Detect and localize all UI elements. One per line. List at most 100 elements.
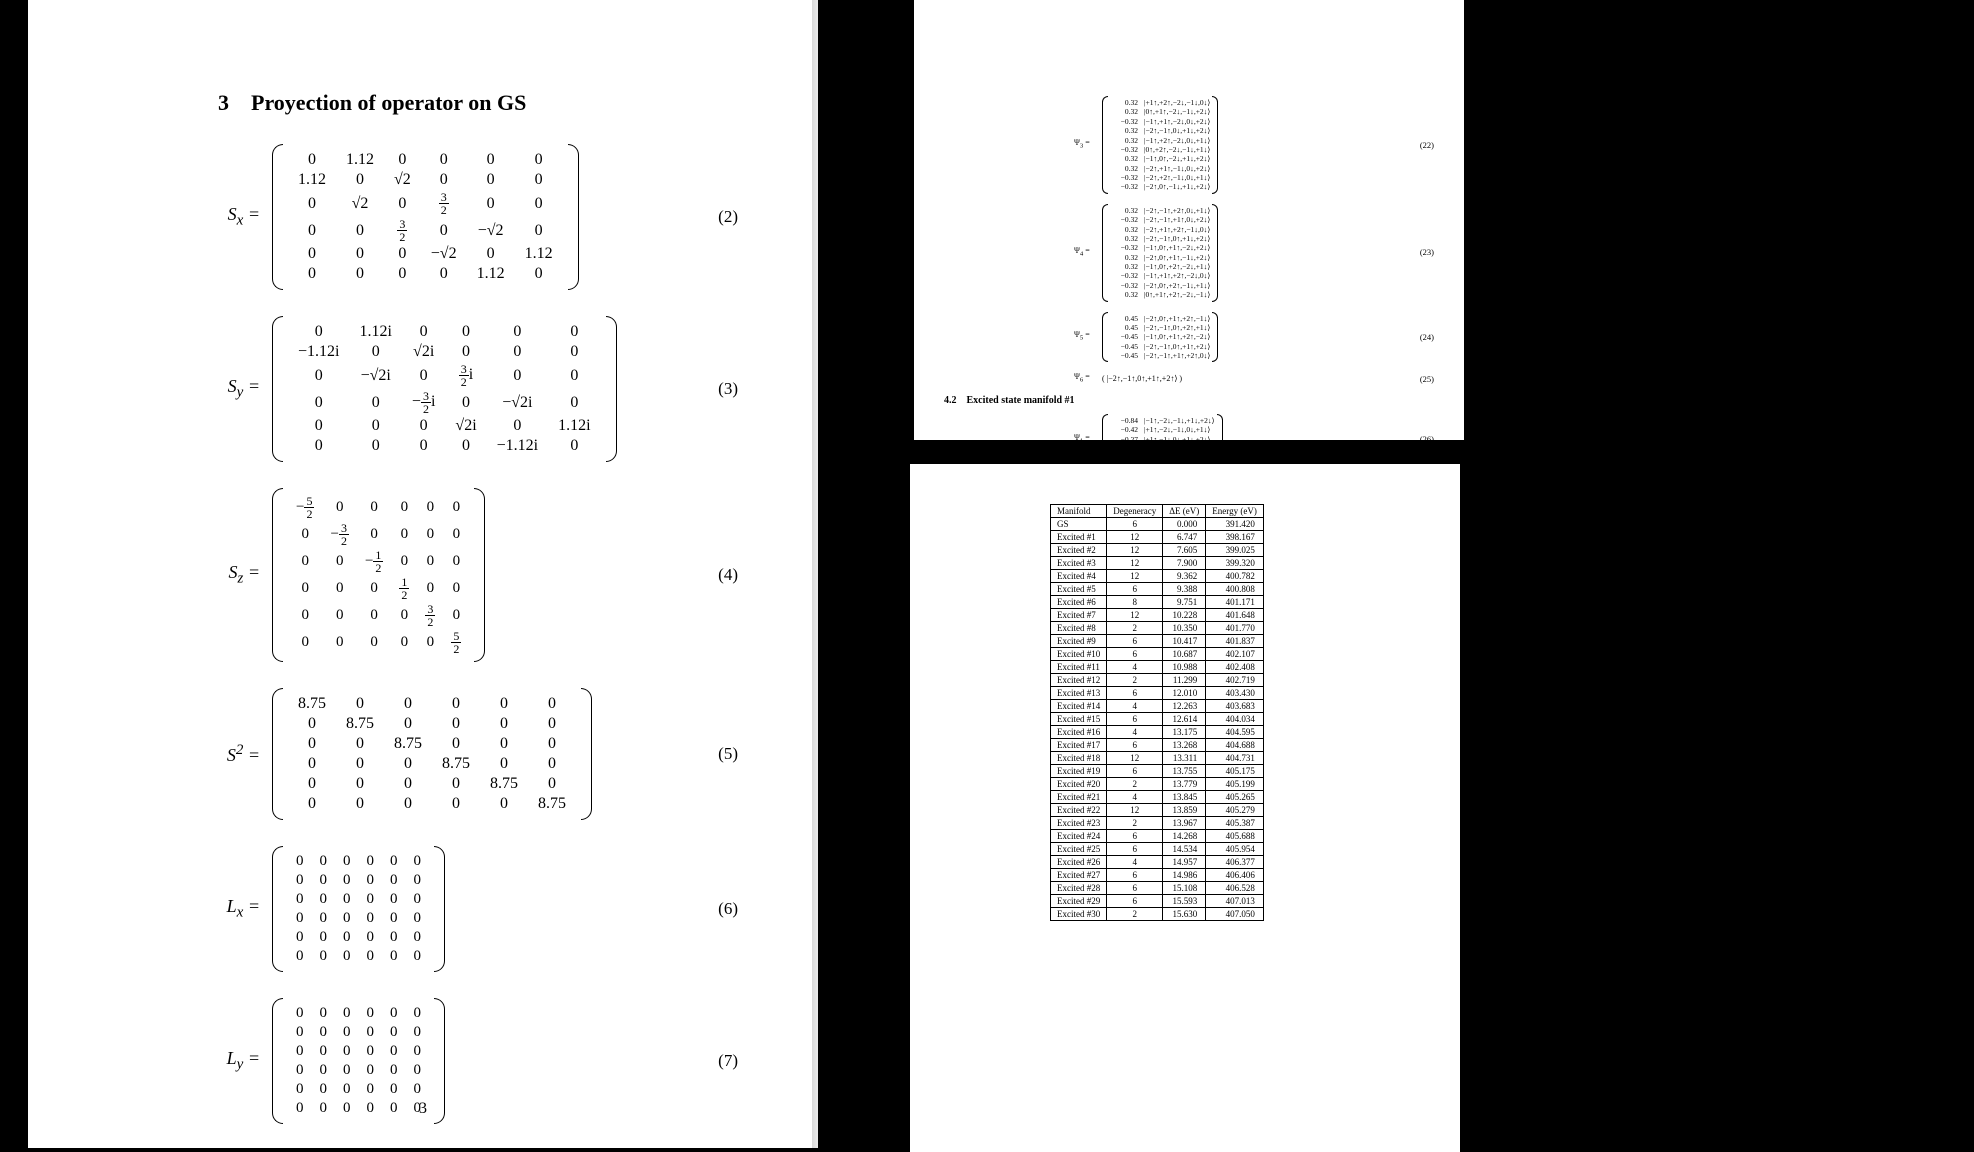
table-cell: Excited #2 [1051, 544, 1107, 557]
matrix-cell: 0 [288, 1042, 312, 1061]
wavefunction-row: −0.32|−1↑,+1↑,+2↑,−2↓,0↓⟩ [1110, 271, 1210, 280]
matrix-cell: 0 [406, 871, 430, 890]
matrix-cell: 0 [335, 852, 359, 871]
matrix-cell: 0 [312, 928, 336, 947]
matrix-cell: −1.12i [487, 436, 548, 456]
matrix-cell: 0 [515, 150, 563, 170]
matrix-cell: 0 [421, 264, 467, 284]
table-cell: 6 [1107, 518, 1163, 531]
table-cell: Excited #28 [1051, 882, 1107, 895]
table-cell: 13.755 [1163, 765, 1206, 778]
matrix-cell: 0 [417, 521, 443, 548]
table-cell: Excited #26 [1051, 856, 1107, 869]
equation-block: Lx =000000000000000000000000000000000000… [218, 846, 738, 972]
table-cell: 405.954 [1206, 843, 1264, 856]
wavefunction-row: 0.32|−1↑,0↑,−2↓,+1↓,+2↓⟩ [1110, 154, 1210, 163]
manifold-table: ManifoldDegeneracyΔE (eV)Energy (eV)GS60… [1050, 504, 1264, 921]
matrix-cell: 0 [480, 694, 528, 714]
matrix-cell: 0 [548, 436, 600, 456]
table-cell: 6 [1107, 830, 1163, 843]
wavefunction-row: 0.32|−2↑,+1↑,+2↑,−1↓,0↓⟩ [1110, 225, 1210, 234]
table-cell: 407.050 [1206, 908, 1264, 921]
wavefunction-block: Ψ5 =0.45|−2↑,0↑,+1↑,+2↑,−1↓⟩0.45|−2↑,−1↑… [1074, 312, 1434, 363]
wavefunction-row: −0.27|+1↑,−1↓,0↓,+1↓,+2↓⟩ [1110, 435, 1215, 444]
table-header-cell: Manifold [1051, 505, 1107, 518]
table-cell: 406.377 [1206, 856, 1264, 869]
matrix-cell: 0 [467, 244, 515, 264]
matrix-cell: 0 [402, 362, 445, 389]
table-row: Excited #23213.967405.387 [1051, 817, 1264, 830]
matrix-cell: 0 [288, 362, 349, 389]
matrix-cell: 0 [445, 342, 486, 362]
wavefunction-row: −0.32|−2↑,−1↑,+1↑,0↓,+2↓⟩ [1110, 215, 1210, 224]
matrix-cell: 0 [335, 1042, 359, 1061]
table-cell: Excited #20 [1051, 778, 1107, 791]
matrix-cell: 1.12 [336, 150, 384, 170]
matrix-cell: 0 [406, 852, 430, 871]
wavefunction-row: −0.84|−1↑,−2↓,−1↓,+1↓,+2↓⟩ [1110, 416, 1215, 425]
matrix-cell: 0 [548, 322, 600, 342]
table-cell: 4 [1107, 661, 1163, 674]
wavefunction-row: 0.32|−2↑,+1↑,−1↓,0↓,+2↓⟩ [1110, 164, 1210, 173]
matrix-cell: 0 [528, 714, 576, 734]
matrix-cell: 0 [406, 909, 430, 928]
equation-tag: (5) [688, 744, 738, 764]
table-row: Excited #27614.986406.406 [1051, 869, 1264, 882]
table-cell: 6 [1107, 687, 1163, 700]
table-cell: 15.630 [1163, 908, 1206, 921]
matrix-cell: 0 [288, 871, 312, 890]
table-header-row: ManifoldDegeneracyΔE (eV)Energy (eV) [1051, 505, 1264, 518]
equation-lhs: Sy = [218, 376, 260, 402]
matrix-cell: 0 [349, 389, 401, 416]
matrix-cell: 0 [528, 774, 576, 794]
matrix-cell: 8.75 [336, 714, 384, 734]
matrix-cell: 0 [382, 1004, 406, 1023]
paper-page-bottom-right: ManifoldDegeneracyΔE (eV)Energy (eV)GS60… [910, 460, 1460, 1152]
matrix-cell: 0 [515, 264, 563, 284]
table-cell: 13.268 [1163, 739, 1206, 752]
matrix-cell: 0 [288, 190, 336, 217]
table-cell: 405.387 [1206, 817, 1264, 830]
table-cell: 402.408 [1206, 661, 1264, 674]
matrix-cell: 1.12 [288, 170, 336, 190]
wavefunction-row: −0.45|−1↑,0↑,+1↑,+2↑,−2↓⟩ [1110, 332, 1210, 341]
table-cell: 406.528 [1206, 882, 1264, 895]
matrix-cell: 8.75 [384, 734, 432, 754]
matrix-cell: 0 [288, 217, 336, 244]
table-cell: 12 [1107, 544, 1163, 557]
matrix-cell: 0 [382, 890, 406, 909]
table-cell: 15.593 [1163, 895, 1206, 908]
matrix-cell: 0 [288, 890, 312, 909]
table-row: Excited #16413.175404.595 [1051, 726, 1264, 739]
matrix-cell: 1.12 [515, 244, 563, 264]
table-cell: 2 [1107, 817, 1163, 830]
matrix-cell: 0 [288, 1080, 312, 1099]
matrix-cell: √2i [445, 416, 486, 436]
equation-tag: (26) [1406, 434, 1434, 444]
table-row: Excited #17613.268404.688 [1051, 739, 1264, 752]
matrix-cell: 0 [357, 494, 391, 521]
table-cell: Excited #24 [1051, 830, 1107, 843]
table-cell: Excited #27 [1051, 869, 1107, 882]
table-cell: 401.837 [1206, 635, 1264, 648]
table-cell: 6 [1107, 583, 1163, 596]
wavefunction-lhs: Ψ1 = [1074, 433, 1096, 444]
matrix-cell: 0 [288, 548, 322, 575]
wavefunction-row: 0.32|+1↑,+2↑,−2↓,−1↓,0↓⟩ [1110, 98, 1210, 107]
matrix-cell: 0 [349, 416, 401, 436]
table-row: Excited #24614.268405.688 [1051, 830, 1264, 843]
paper-page-left: 3 Proyection of operator on GS Sx =01.12… [28, 0, 818, 1148]
matrix-cell: 0 [443, 521, 469, 548]
matrix-cell: √2 [336, 190, 384, 217]
matrix-cell: 0 [336, 694, 384, 714]
matrix-cell: 0 [384, 244, 421, 264]
table-cell: 14.957 [1163, 856, 1206, 869]
matrix-cell: −32i [402, 389, 445, 416]
table-cell: 7.605 [1163, 544, 1206, 557]
equation-tag: (4) [688, 565, 738, 585]
table-header-cell: ΔE (eV) [1163, 505, 1206, 518]
table-cell: 14.268 [1163, 830, 1206, 843]
matrix-cell: 0 [406, 928, 430, 947]
matrix-cell: 0 [335, 909, 359, 928]
table-header-cell: Energy (eV) [1206, 505, 1264, 518]
